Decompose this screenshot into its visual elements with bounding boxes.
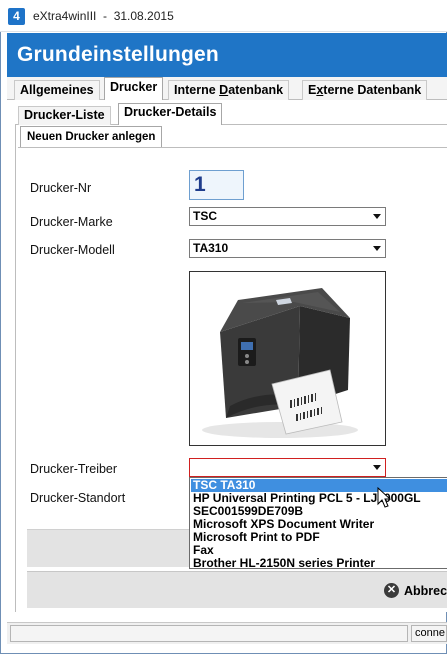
status-panel-main [10,625,408,642]
tab-drucker[interactable]: Drucker [104,77,164,101]
drucker-treiber-label: Drucker-Treiber [30,462,118,476]
cancel-button-label: Abbrech [404,584,447,598]
tab-neuen-drucker[interactable]: Neuen Drucker anlegen [20,126,163,148]
divider [18,147,447,148]
window-title: eXtra4winIII - 31.08.2015 [33,9,174,23]
tab-interne-datenbank[interactable]: Interne Datenbank [168,80,290,100]
drucker-modell-label: Drucker-Modell [30,243,115,257]
drucker-nr-label: Drucker-Nr [30,181,92,195]
tab-allgemeines[interactable]: Allgemeines [14,80,100,100]
printer-illustration [202,288,358,438]
chevron-down-icon[interactable] [373,246,381,251]
drucker-marke-select[interactable]: TSC [189,207,386,226]
tab-label-part: atenbank [228,83,284,97]
dropdown-option[interactable]: Brother HL-2150N series Printer [191,557,447,569]
drucker-marke-value: TSC [193,209,217,223]
chevron-down-icon[interactable] [373,214,381,219]
app-logo-icon: 4 [8,8,25,25]
printer-image [189,271,386,446]
tab-drucker-details[interactable]: Drucker-Details [118,103,223,126]
dropdown-option[interactable]: Microsoft Print to PDF [191,531,447,544]
drucker-marke-label: Drucker-Marke [30,215,113,229]
drucker-treiber-select[interactable] [189,458,386,477]
page-title: Grundeinstellungen [17,43,219,66]
driver-dropdown-list: TSC TA310 HP Universal Printing PCL 5 - … [189,477,447,569]
drucker-standort-label: Drucker-Standort [30,491,126,505]
tab-label-part: terne Datenbank [323,83,422,97]
tab-externe-datenbank[interactable]: Externe Datenbank [302,80,428,100]
tab-accelerator-key: D [219,83,229,97]
drucker-modell-value: TA310 [193,241,229,255]
tab-drucker-liste[interactable]: Drucker-Liste [18,106,111,125]
close-circle-icon: ✕ [384,583,399,598]
chevron-down-icon[interactable] [373,465,381,470]
mouse-cursor-icon [377,487,391,508]
drucker-modell-select[interactable]: TA310 [189,239,386,258]
drucker-nr-input[interactable]: 1 [189,170,244,200]
status-panel-connection: conne [411,625,447,642]
tab-label-part: Interne [174,83,220,97]
